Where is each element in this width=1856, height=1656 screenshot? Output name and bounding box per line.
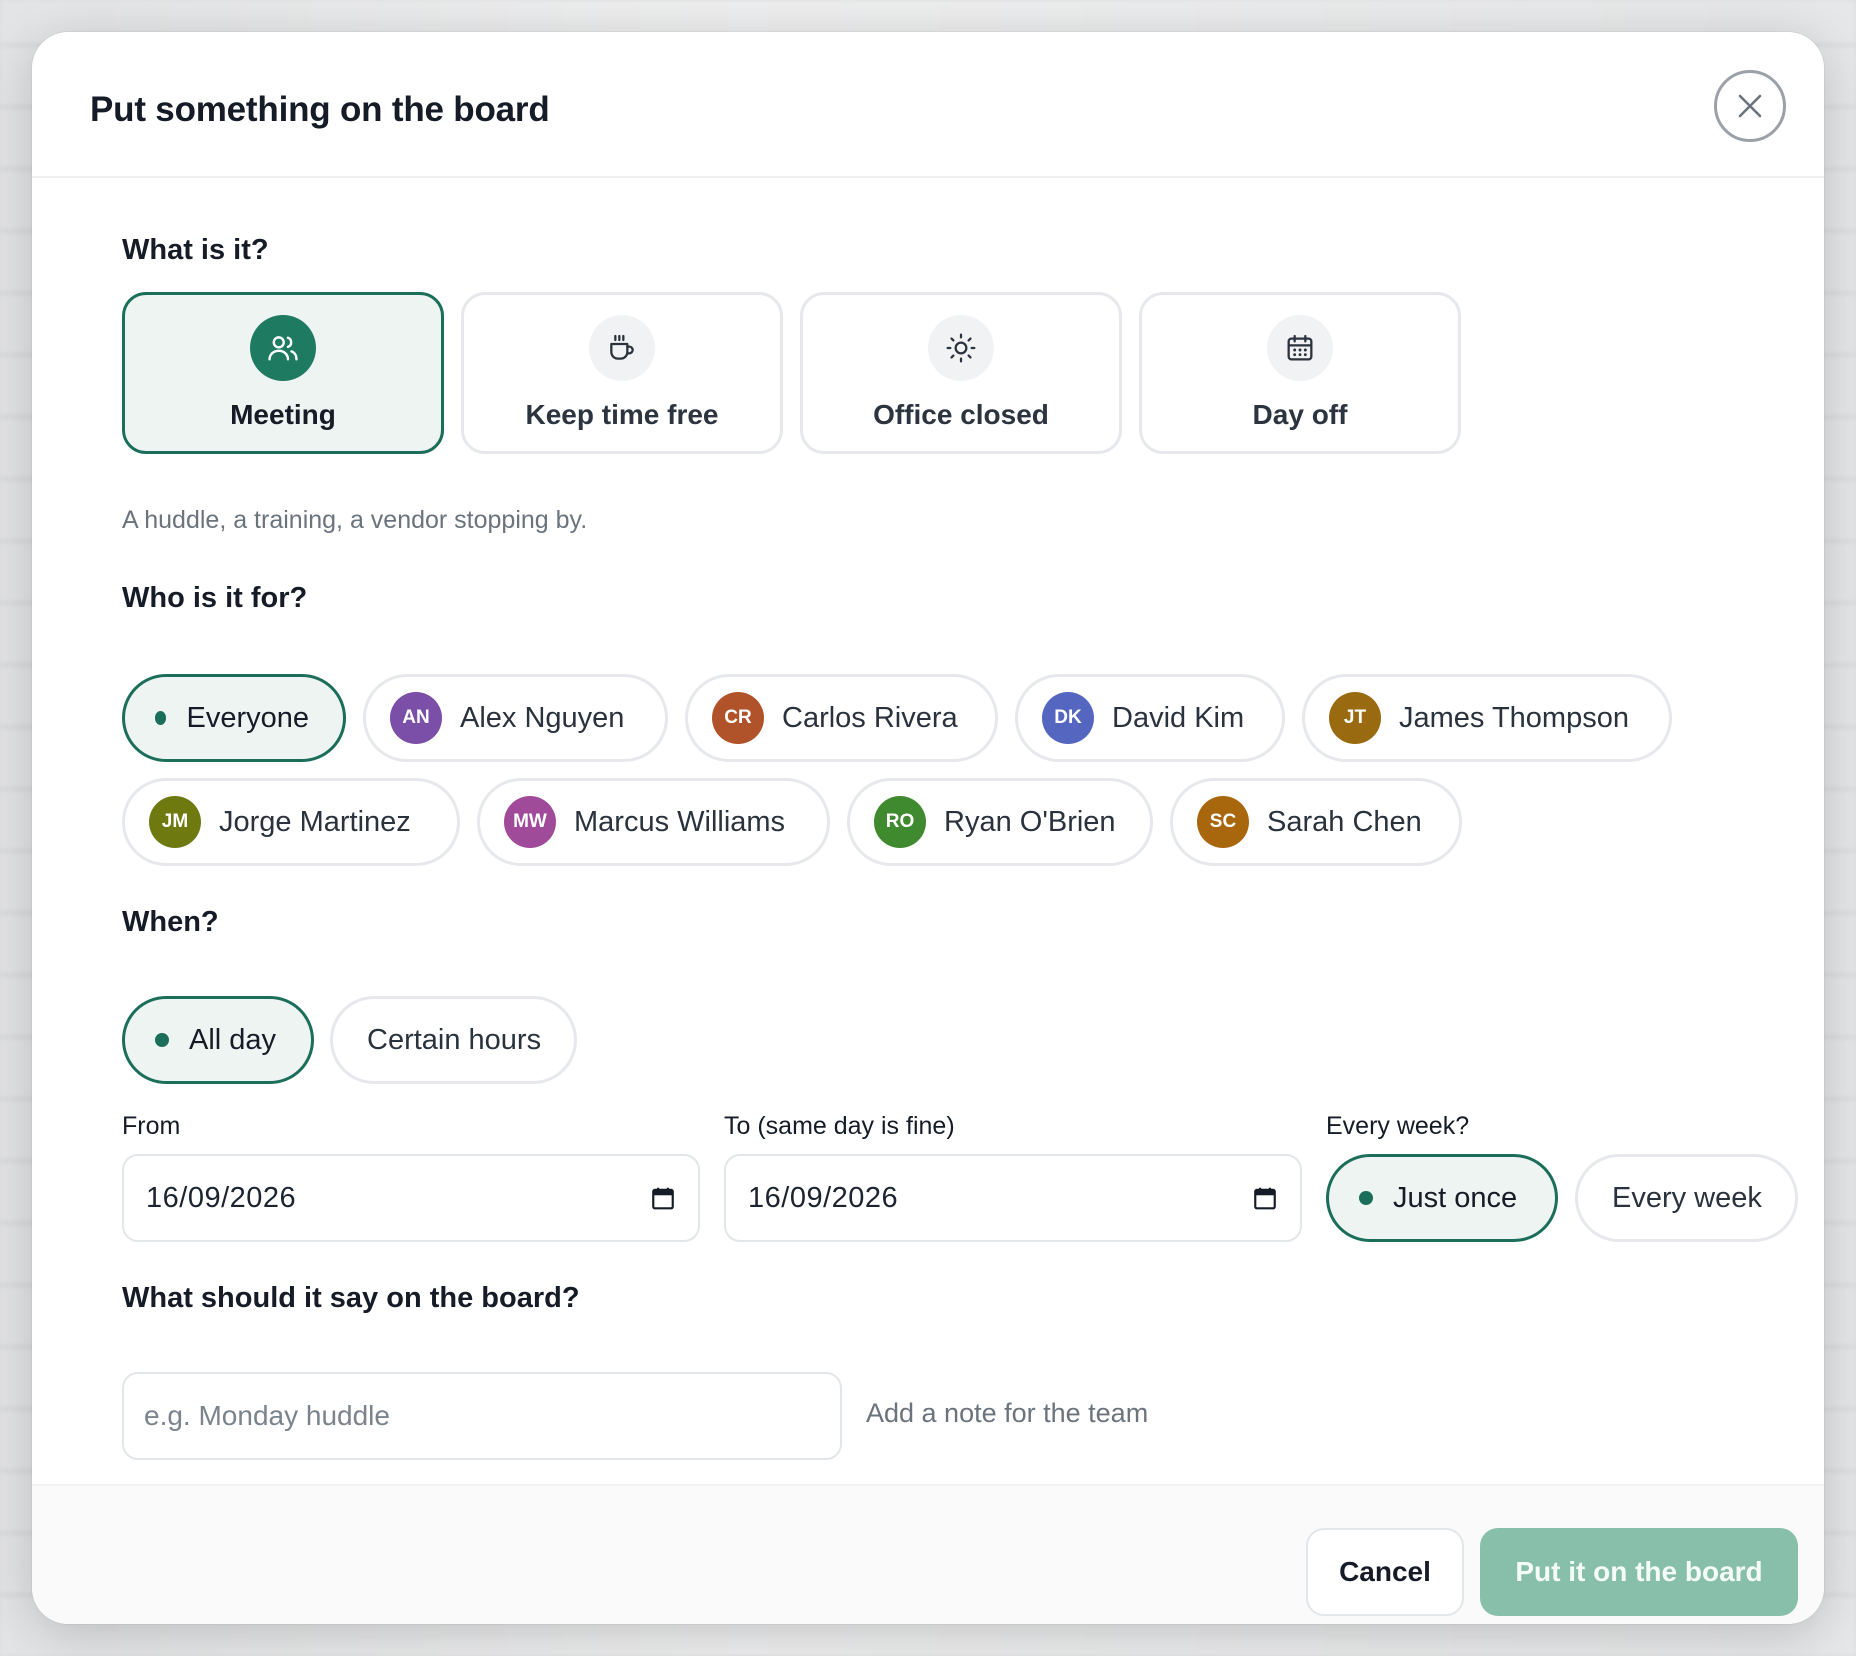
submit-button[interactable]: Put it on the board <box>1480 1528 1798 1616</box>
calendar-icon[interactable] <box>1252 1185 1278 1211</box>
dialog-title: Put something on the board <box>90 90 550 129</box>
section-label-board-text: What should it say on the board? <box>122 1282 580 1314</box>
cancel-button[interactable]: Cancel <box>1306 1528 1464 1616</box>
audience-person[interactable]: JT James Thompson <box>1302 674 1672 762</box>
to-date-value: 16/09/2026 <box>748 1181 899 1214</box>
avatar: DK <box>1042 692 1094 744</box>
type-hint: A huddle, a training, a vendor stopping … <box>122 506 588 534</box>
calendar-icon[interactable] <box>650 1185 676 1211</box>
type-option-keep-time-free[interactable]: Keep time free <box>461 292 783 454</box>
avatar: AN <box>390 692 442 744</box>
from-date-input[interactable]: 16/09/2026 <box>122 1154 700 1242</box>
audience-person[interactable]: CR Carlos Rivera <box>685 674 998 762</box>
repeat-just-once[interactable]: Just once <box>1326 1154 1558 1242</box>
add-board-item-dialog: Put something on the board What is it? M… <box>32 32 1824 1624</box>
when-option-label: Certain hours <box>367 1023 542 1056</box>
person-name: Alex Nguyen <box>460 701 625 734</box>
type-option-label: Keep time free <box>525 399 719 430</box>
person-name: Jorge Martinez <box>219 805 411 838</box>
person-name: Sarah Chen <box>1267 805 1422 838</box>
type-option-meeting[interactable]: Meeting <box>122 292 444 454</box>
from-date-value: 16/09/2026 <box>146 1181 297 1214</box>
audience-person[interactable]: DK David Kim <box>1015 674 1285 762</box>
type-option-label: Meeting <box>230 399 336 430</box>
type-option-day-off[interactable]: Day off <box>1139 292 1461 454</box>
audience-person[interactable]: MW Marcus Williams <box>477 778 830 866</box>
repeat-option-label: Just once <box>1393 1181 1518 1214</box>
audience-person[interactable]: SC Sarah Chen <box>1170 778 1462 866</box>
sun-icon <box>928 315 994 381</box>
repeat-every-week[interactable]: Every week <box>1575 1154 1798 1242</box>
avatar: SC <box>1197 796 1249 848</box>
people-icon <box>250 315 316 381</box>
close-icon <box>1738 94 1762 118</box>
person-name: Carlos Rivera <box>782 701 958 734</box>
close-button[interactable] <box>1714 70 1786 142</box>
audience-everyone[interactable]: Everyone <box>122 674 346 762</box>
from-label: From <box>122 1112 181 1140</box>
audience-person[interactable]: JM Jorge Martinez <box>122 778 460 866</box>
type-option-office-closed[interactable]: Office closed <box>800 292 1122 454</box>
avatar: JT <box>1329 692 1381 744</box>
audience-person[interactable]: AN Alex Nguyen <box>363 674 668 762</box>
type-option-label: Day off <box>1252 399 1348 430</box>
selected-dot <box>155 711 167 725</box>
person-name: Ryan O'Brien <box>944 805 1116 838</box>
to-label: To (same day is fine) <box>724 1112 955 1140</box>
repeat-label: Every week? <box>1326 1112 1470 1140</box>
dialog-footer: Cancel Put it on the board <box>32 1484 1824 1624</box>
audience-label: Everyone <box>186 701 309 734</box>
coffee-cup-icon <box>589 315 655 381</box>
section-label-what: What is it? <box>122 234 269 266</box>
audience-person[interactable]: RO Ryan O'Brien <box>847 778 1153 866</box>
avatar: JM <box>149 796 201 848</box>
when-option-label: All day <box>189 1023 277 1056</box>
board-text-input[interactable] <box>122 1372 842 1460</box>
selected-dot <box>1359 1191 1373 1205</box>
repeat-option-label: Every week <box>1612 1181 1762 1214</box>
dialog-header: Put something on the board <box>32 32 1824 178</box>
person-name: Marcus Williams <box>574 805 786 838</box>
add-note-link[interactable]: Add a note for the team <box>866 1398 1148 1429</box>
person-name: James Thompson <box>1399 701 1629 734</box>
avatar: MW <box>504 796 556 848</box>
person-name: David Kim <box>1112 701 1245 734</box>
avatar: CR <box>712 692 764 744</box>
when-all-day[interactable]: All day <box>122 996 314 1084</box>
avatar: RO <box>874 796 926 848</box>
selected-dot <box>155 1033 169 1047</box>
section-label-who: Who is it for? <box>122 582 308 614</box>
type-option-label: Office closed <box>873 399 1049 430</box>
calendar-icon <box>1267 315 1333 381</box>
to-date-input[interactable]: 16/09/2026 <box>724 1154 1302 1242</box>
when-certain-hours[interactable]: Certain hours <box>330 996 577 1084</box>
section-label-when: When? <box>122 906 219 938</box>
